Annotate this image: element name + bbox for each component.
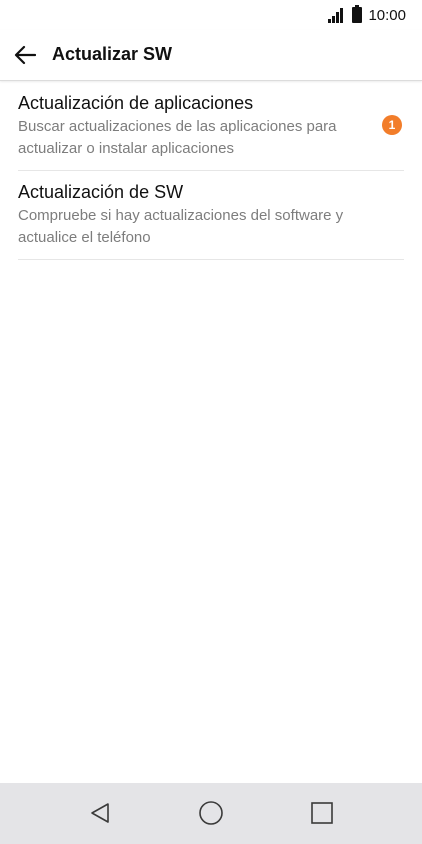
status-bar: 10:00	[0, 0, 422, 30]
settings-list: Actualización de aplicaciones Buscar act…	[18, 82, 404, 260]
notification-badge: 1	[382, 115, 402, 135]
status-time: 10:00	[368, 6, 406, 24]
home-circle-icon	[199, 801, 223, 825]
list-item-title: Actualización de SW	[18, 182, 184, 202]
list-item-sw-update[interactable]: Actualización de SW Compruebe si hay act…	[18, 171, 404, 260]
list-item-summary: Buscar actualizaciones de las aplicacion…	[18, 118, 337, 157]
signal-icon	[328, 7, 346, 23]
list-item-summary: Compruebe si hay actualizaciones del sof…	[18, 207, 344, 246]
list-item-title: Actualización de aplicaciones	[18, 93, 254, 113]
nav-back-button[interactable]	[84, 797, 116, 829]
nav-home-button[interactable]	[195, 797, 227, 829]
list-item-app-updates[interactable]: Actualización de aplicaciones Buscar act…	[18, 82, 404, 171]
status-icons: 10:00	[328, 5, 406, 25]
back-button[interactable]	[10, 40, 40, 70]
recents-square-icon	[311, 802, 333, 824]
page-title: Actualizar SW	[52, 44, 173, 64]
arrow-back-icon	[14, 45, 36, 65]
navigation-bar	[0, 783, 422, 844]
app-bar: Actualizar SW	[0, 30, 422, 81]
nav-recents-button[interactable]	[306, 797, 338, 829]
back-triangle-icon	[91, 803, 109, 823]
battery-icon	[352, 5, 363, 23]
